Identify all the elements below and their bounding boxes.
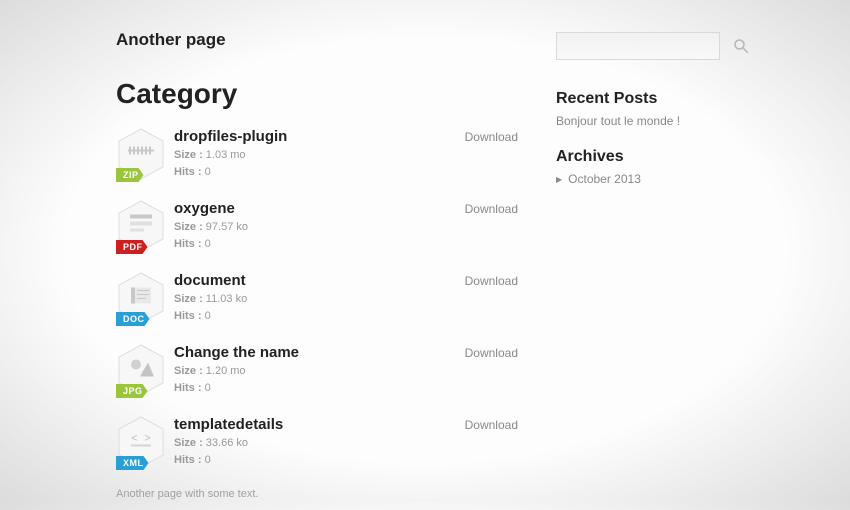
file-type-badge: DOC	[116, 312, 150, 326]
file-list: ZIP dropfiles-plugin Size : 1.03 mo Hits…	[116, 128, 518, 472]
file-size: 97.57 ko	[206, 221, 248, 233]
download-link[interactable]: Download	[465, 130, 518, 144]
file-type-badge: PDF	[116, 240, 148, 254]
search-icon[interactable]	[732, 37, 750, 55]
file-row: DOC document Size : 11.03 ko Hits : 0 Do…	[116, 272, 518, 328]
hits-label: Hits :	[174, 310, 202, 322]
file-size: 11.03 ko	[206, 293, 247, 305]
file-hits: 0	[205, 238, 211, 250]
recent-posts-item[interactable]: Bonjour tout le monde !	[556, 114, 822, 128]
search-form	[556, 32, 822, 60]
file-meta: templatedetails Size : 33.66 ko Hits : 0	[174, 416, 465, 468]
archives-item[interactable]: ▶ October 2013	[556, 172, 822, 186]
download-link[interactable]: Download	[465, 418, 518, 432]
file-name[interactable]: templatedetails	[174, 416, 465, 433]
footer-text: Another page with some text.	[116, 488, 518, 500]
file-size: 1.03 mo	[206, 149, 246, 161]
hits-label: Hits :	[174, 166, 202, 178]
category-heading: Category	[116, 78, 518, 110]
file-type-icon: ZIP	[116, 128, 166, 184]
file-row: JPG Change the name Size : 1.20 mo Hits …	[116, 344, 518, 400]
search-input[interactable]	[556, 32, 720, 60]
file-meta: oxygene Size : 97.57 ko Hits : 0	[174, 200, 465, 252]
file-name[interactable]: oxygene	[174, 200, 465, 217]
size-label: Size :	[174, 221, 203, 233]
hits-label: Hits :	[174, 454, 202, 466]
hits-label: Hits :	[174, 238, 202, 250]
file-hits: 0	[205, 166, 211, 178]
size-label: Size :	[174, 293, 203, 305]
file-meta: document Size : 11.03 ko Hits : 0	[174, 272, 465, 324]
file-type-icon: JPG	[116, 344, 166, 400]
caret-right-icon: ▶	[556, 175, 562, 184]
file-row: PDF oxygene Size : 97.57 ko Hits : 0 Dow…	[116, 200, 518, 256]
file-size: 33.66 ko	[206, 437, 248, 449]
file-name[interactable]: Change the name	[174, 344, 465, 361]
hits-label: Hits :	[174, 382, 202, 394]
file-type-icon: < > XML	[116, 416, 166, 472]
file-hits: 0	[205, 310, 211, 322]
archives-item-label: October 2013	[568, 172, 641, 186]
file-type-icon: PDF	[116, 200, 166, 256]
file-type-badge: XML	[116, 456, 149, 470]
file-hits: 0	[205, 382, 211, 394]
svg-text:< >: < >	[131, 434, 151, 446]
size-label: Size :	[174, 365, 203, 377]
file-row: ZIP dropfiles-plugin Size : 1.03 mo Hits…	[116, 128, 518, 184]
file-meta: Change the name Size : 1.20 mo Hits : 0	[174, 344, 465, 396]
recent-posts-title: Recent Posts	[556, 90, 822, 108]
file-name[interactable]: dropfiles-plugin	[174, 128, 465, 145]
size-label: Size :	[174, 149, 203, 161]
download-link[interactable]: Download	[465, 274, 518, 288]
file-meta: dropfiles-plugin Size : 1.03 mo Hits : 0	[174, 128, 465, 180]
file-size: 1.20 mo	[206, 365, 246, 377]
file-type-badge: ZIP	[116, 168, 144, 182]
size-label: Size :	[174, 437, 203, 449]
file-type-icon: DOC	[116, 272, 166, 328]
sidebar: Recent Posts Bonjour tout le monde ! Arc…	[528, 30, 822, 500]
file-name[interactable]: document	[174, 272, 465, 289]
archives-title: Archives	[556, 148, 822, 166]
download-link[interactable]: Download	[465, 346, 518, 360]
file-hits: 0	[205, 454, 211, 466]
page-title: Another page	[116, 30, 518, 50]
file-type-badge: JPG	[116, 384, 148, 398]
main-column: Another page Category ZIP dropfiles-plug…	[28, 30, 528, 500]
download-link[interactable]: Download	[465, 202, 518, 216]
file-row: < > XML templatedetails Size : 33.66 ko …	[116, 416, 518, 472]
